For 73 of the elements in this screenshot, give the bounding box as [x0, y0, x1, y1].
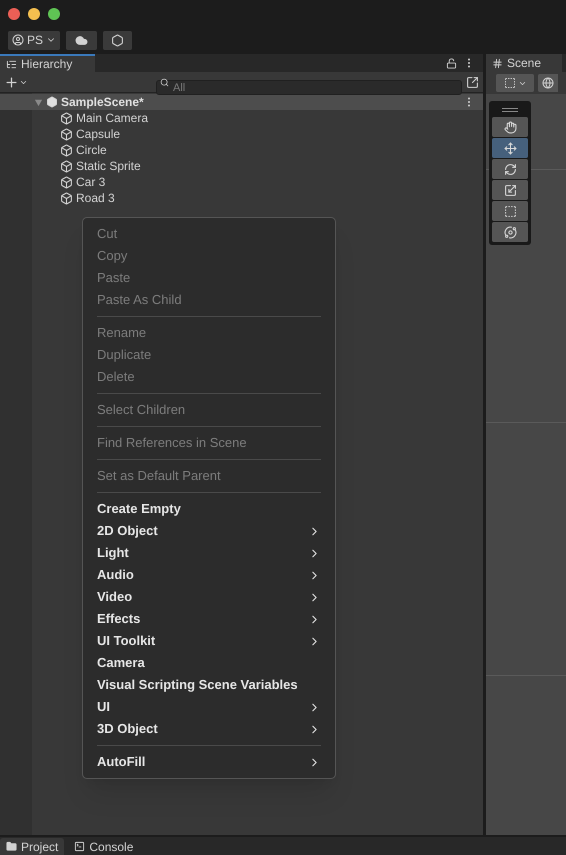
item-label: Road 3 [76, 190, 115, 207]
close-button[interactable] [8, 8, 20, 20]
menu-item[interactable]: Video [89, 586, 329, 608]
list-icon [6, 58, 17, 70]
add-button[interactable] [4, 74, 28, 90]
menu-item[interactable]: Visual Scripting Scene Variables [89, 674, 329, 696]
panel-tab[interactable]: Project [0, 838, 64, 855]
menu-item[interactable]: Audio [89, 564, 329, 586]
menu-item[interactable]: Camera [89, 652, 329, 674]
user-icon [12, 34, 24, 46]
popout-icon[interactable] [466, 76, 479, 88]
cube-icon [60, 128, 73, 140]
menu-item[interactable]: UI Toolkit [89, 630, 329, 652]
dashed-square-icon [504, 77, 516, 89]
menu-item[interactable]: 3D Object [89, 718, 329, 740]
expand-arrow-icon[interactable] [34, 98, 43, 106]
menu-item[interactable]: Create Empty [89, 498, 329, 520]
cube-icon [60, 112, 73, 124]
menu-item[interactable]: 2D Object [89, 520, 329, 542]
scene-icon [46, 96, 58, 108]
scale-icon [504, 184, 516, 196]
scene-name: SampleScene* [61, 94, 144, 111]
terminal-icon [74, 841, 86, 852]
menu-item[interactable]: Effects [89, 608, 329, 630]
orbit-icon [504, 226, 516, 238]
search-field[interactable]: All [156, 80, 462, 95]
item-label: Car 3 [76, 174, 106, 191]
cube-icon [60, 192, 73, 204]
hierarchy-item[interactable]: Static Sprite [0, 158, 483, 174]
hash-icon [492, 58, 503, 68]
hexagon-icon [111, 34, 124, 46]
hierarchy-item[interactable]: Main Camera [0, 110, 483, 126]
zoom-button[interactable] [48, 8, 60, 20]
item-label: Main Camera [76, 110, 148, 127]
folder-icon [6, 841, 17, 852]
settings-button[interactable] [103, 30, 132, 50]
tool-button[interactable] [492, 222, 528, 242]
lock-icon[interactable] [446, 58, 457, 68]
cloud-button[interactable] [66, 30, 98, 50]
menu-item[interactable]: UI [89, 696, 329, 718]
minimize-button[interactable] [28, 8, 40, 20]
tool-button[interactable] [492, 138, 528, 158]
draw-mode-dropdown[interactable] [496, 74, 534, 92]
tool-button[interactable] [492, 159, 528, 179]
rotate-icon [504, 162, 516, 176]
item-label: Static Sprite [76, 158, 141, 175]
menu-item[interactable]: AutoFill [89, 751, 329, 773]
scene-row[interactable]: SampleScene* [0, 94, 483, 110]
tool-button[interactable] [492, 180, 528, 200]
tool-button[interactable] [492, 201, 528, 221]
menu-item[interactable]: Light [89, 542, 329, 564]
hierarchy-item[interactable]: Capsule [0, 126, 483, 142]
hierarchy-item[interactable]: Circle [0, 142, 483, 158]
hierarchy-item[interactable]: Car 3 [0, 174, 483, 190]
item-label: Circle [76, 142, 107, 159]
panel-tab[interactable]: Console [68, 838, 140, 855]
tool-button[interactable] [492, 117, 528, 137]
cube-icon [60, 160, 73, 172]
item-label: Capsule [76, 126, 120, 143]
cloud-icon [75, 34, 88, 46]
search-icon [160, 78, 169, 86]
cube-icon [60, 176, 73, 188]
globe-icon [542, 77, 554, 89]
move-arrows-icon [504, 142, 516, 154]
cube-icon [60, 144, 73, 156]
account-dropdown[interactable]: PS [8, 30, 60, 50]
scene-tab[interactable]: Scene [486, 54, 562, 72]
dashed-square-icon [504, 204, 516, 218]
hierarchy-tab[interactable]: Hierarchy [0, 54, 95, 72]
hierarchy-item[interactable]: Road 3 [0, 190, 483, 206]
hand-icon [504, 120, 516, 134]
globe-button[interactable] [538, 74, 558, 92]
plus-icon [4, 74, 19, 90]
